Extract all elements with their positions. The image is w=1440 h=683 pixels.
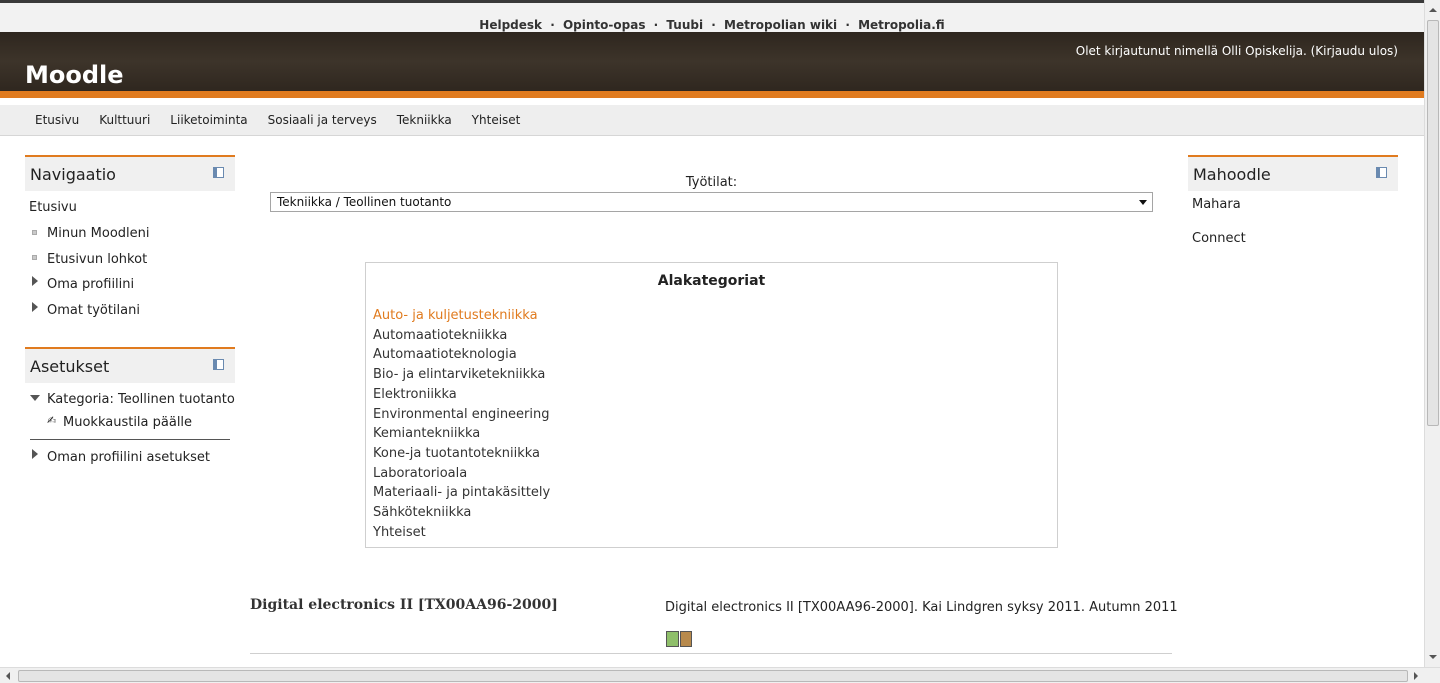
settings-block-header: Asetukset [25, 347, 235, 383]
expand-arrow-icon[interactable] [32, 302, 38, 312]
course-icons [666, 631, 694, 648]
nav-item-minun-moodleni[interactable]: Minun Moodleni [47, 226, 150, 241]
subcategories-box: Alakategoriat Auto- ja kuljetustekniikka… [365, 262, 1058, 548]
mahoodle-block-title: Mahoodle [1193, 165, 1271, 184]
mahoodle-block: Mahoodle [1188, 155, 1398, 191]
bullet-icon [32, 230, 37, 235]
mahoodle-item-connect[interactable]: Connect [1192, 231, 1246, 246]
subcategory-item[interactable]: Automaatioteknologia [373, 345, 550, 365]
page-header: Moodle Olet kirjautunut nimellä Olli Opi… [0, 32, 1424, 98]
menu-item-yhteiset[interactable]: Yhteiset [462, 105, 531, 136]
toplink-helpdesk[interactable]: Helpdesk [479, 18, 542, 32]
subcategory-item[interactable]: Materiaali- ja pintakäsittely [373, 483, 550, 503]
course-divider [250, 653, 1172, 654]
menu-item-liiketoiminta[interactable]: Liiketoiminta [160, 105, 257, 136]
toplink-metropolia-fi[interactable]: Metropolia.fi [858, 18, 945, 32]
profile-settings-link[interactable]: Oman profiilini asetukset [47, 450, 210, 465]
menu-item-kulttuuri[interactable]: Kulttuuri [89, 105, 160, 136]
top-links-bar: Helpdesk · Opinto-opas · Tuubi · Metropo… [0, 0, 1424, 32]
workspace-selected-value: Tekniikka / Teollinen tuotanto [277, 195, 452, 209]
navigation-block-title: Navigaatio [30, 165, 116, 184]
mahoodle-block-header: Mahoodle [1188, 155, 1398, 191]
dropdown-arrow-icon[interactable] [1139, 200, 1147, 205]
menu-item-etusivu[interactable]: Etusivu [25, 105, 89, 136]
subcategory-item[interactable]: Automaatiotekniikka [373, 326, 550, 346]
toplink-metropolian-wiki[interactable]: Metropolian wiki [724, 18, 837, 32]
collapse-arrow-icon[interactable] [30, 395, 40, 401]
subcategory-item[interactable]: Yhteiset [373, 523, 550, 543]
subcategory-item[interactable]: Laboratorioala [373, 464, 550, 484]
menu-item-tekniikka[interactable]: Tekniikka [387, 105, 462, 136]
dock-icon[interactable] [213, 359, 224, 370]
subcategory-item[interactable]: Auto- ja kuljetustekniikka [373, 306, 550, 326]
mahoodle-item-mahara[interactable]: Mahara [1192, 197, 1241, 212]
settings-category[interactable]: Kategoria: Teollinen tuotanto [47, 392, 235, 407]
pencil-icon: ✍ [47, 414, 57, 427]
settings-divider [30, 439, 230, 440]
logout-link[interactable]: Olet kirjautunut nimellä Olli Opiskelija… [1076, 44, 1398, 58]
edit-mode-link[interactable]: Muokkaustila päälle [63, 415, 192, 430]
toplink-tuubi[interactable]: Tuubi [666, 18, 703, 32]
settings-block-title: Asetukset [30, 357, 110, 376]
menu-item-sosiaali-ja-terveys[interactable]: Sosiaali ja terveys [258, 105, 387, 136]
course-title-link[interactable]: Digital electronics II [TX00AA96-2000] [250, 597, 558, 613]
login-info: Olet kirjautunut nimellä Olli Opiskelija… [1076, 44, 1398, 58]
subcategory-list: Auto- ja kuljetustekniikka Automaatiotek… [373, 306, 550, 542]
subcategory-item[interactable]: Bio- ja elintarviketekniikka [373, 365, 550, 385]
course-description: Digital electronics II [TX00AA96-2000]. … [665, 600, 1178, 615]
expand-arrow-icon[interactable] [32, 449, 38, 459]
vertical-scrollbar[interactable] [1424, 0, 1440, 667]
guest-access-icon [666, 631, 679, 647]
main-menu: Etusivu Kulttuuri Liiketoiminta Sosiaali… [0, 105, 1424, 136]
nav-item-omat-tyotilani[interactable]: Omat työtilani [47, 303, 140, 318]
scroll-down-icon[interactable] [1429, 655, 1437, 659]
subcategory-item[interactable]: Kone-ja tuotantotekniikka [373, 444, 550, 464]
workspace-select[interactable]: Tekniikka / Teollinen tuotanto [270, 192, 1153, 212]
expand-arrow-icon[interactable] [32, 276, 38, 286]
nav-item-etusivun-lohkot[interactable]: Etusivun lohkot [47, 252, 147, 267]
settings-block: Asetukset [25, 347, 235, 383]
scroll-thumb-vertical[interactable] [1427, 20, 1439, 426]
scroll-right-icon[interactable] [1414, 672, 1418, 680]
horizontal-scrollbar[interactable] [0, 667, 1440, 683]
navigation-block-header: Navigaatio [25, 155, 235, 191]
dock-icon[interactable] [1376, 167, 1387, 178]
nav-item-oma-profiilini[interactable]: Oma profiilini [47, 277, 134, 292]
subcategories-title: Alakategoriat [657, 273, 766, 289]
dock-icon[interactable] [213, 167, 224, 178]
site-logo[interactable]: Moodle [25, 61, 124, 89]
scroll-thumb-horizontal[interactable] [18, 670, 1408, 682]
subcategory-item[interactable]: Elektroniikka [373, 385, 550, 405]
toplink-opinto-opas[interactable]: Opinto-opas [563, 18, 645, 32]
subcategory-item[interactable]: Kemiantekniikka [373, 424, 550, 444]
navigation-block: Navigaatio [25, 155, 235, 191]
scroll-left-icon[interactable] [6, 672, 10, 680]
subcategory-item[interactable]: Environmental engineering [373, 405, 550, 425]
bullet-icon [32, 255, 37, 260]
nav-home-link[interactable]: Etusivu [29, 200, 77, 215]
subcategory-item[interactable]: Sähkötekniikka [373, 503, 550, 523]
workspace-label: Työtilat: [685, 175, 738, 190]
scroll-up-icon[interactable] [1429, 8, 1437, 12]
self-enrol-icon [680, 631, 692, 647]
